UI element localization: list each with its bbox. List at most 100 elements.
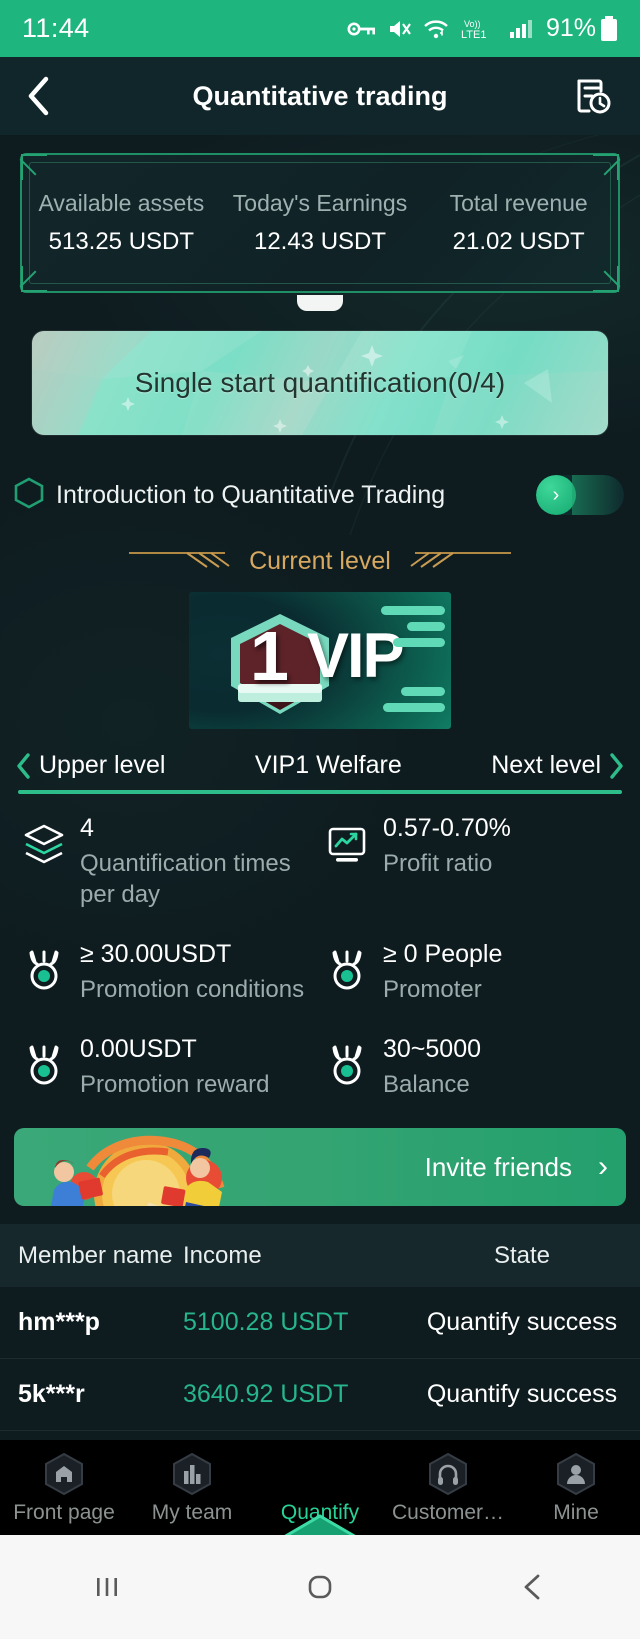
introduction-row[interactable]: Introduction to Quantitative Trading ›	[0, 469, 640, 521]
mute-icon	[388, 18, 412, 40]
benefit-label: Promoter	[383, 975, 482, 1003]
benefit-item: 30~5000 Balance	[325, 1035, 618, 1100]
arrow-knob: ›	[536, 475, 576, 515]
stat-total-revenue: Total revenue 21.02 USDT	[419, 190, 618, 256]
phone-screen: 11:44 Vo)) LTE1 91% Quantitative trading…	[0, 0, 640, 1639]
benefit-item: 0.57-0.70% Profit ratio	[325, 814, 618, 910]
home-button[interactable]	[260, 1565, 380, 1609]
benefit-item: 4 Quantification times per day	[22, 814, 315, 910]
nav-label: Mine	[553, 1501, 599, 1524]
nav-item-mine[interactable]: Mine	[512, 1451, 640, 1535]
table-row: hm***p 5100.28 USDT Quantify success	[0, 1287, 640, 1359]
quantification-banner-wrapper: Single start quantification(0/4)	[0, 293, 640, 435]
nav-item-my-team[interactable]: My team	[128, 1451, 256, 1535]
cell-state: Quantify success	[426, 1308, 618, 1336]
stat-label: Today's Earnings	[232, 190, 408, 216]
stat-value: 513.25 USDT	[48, 228, 195, 255]
chevron-left-icon	[28, 76, 49, 116]
assets-card-wrapper: Available assets 513.25 USDT Today's Ear…	[0, 135, 640, 293]
svg-text:Vo)): Vo))	[464, 19, 481, 29]
corner-decoration	[593, 154, 619, 180]
chevron-right-icon	[610, 752, 623, 779]
benefit-label: Quantification times per day	[80, 849, 291, 908]
document-clock-icon	[577, 79, 611, 114]
medal-icon	[325, 948, 369, 997]
recents-button[interactable]	[47, 1567, 167, 1607]
invite-illustration	[51, 1135, 225, 1206]
benefit-label: Promotion conditions	[80, 975, 305, 1003]
next-level-button[interactable]: Next level	[491, 751, 624, 780]
vip-card-wrapper: 1 VIP	[0, 592, 640, 729]
benefit-value: 30~5000	[383, 1035, 482, 1064]
benefit-item: ≥ 0 People Promoter	[325, 940, 618, 1005]
invite-banner-wrapper: Invite friends ›	[0, 1100, 640, 1206]
cell-state: Quantify success	[426, 1380, 618, 1408]
column-header-state: State	[493, 1241, 551, 1269]
cell-member-name: 5k***r	[18, 1380, 85, 1408]
benefit-value: ≥ 30.00USDT	[80, 940, 232, 969]
status-bar-icons: Vo)) LTE1 91%	[347, 14, 618, 43]
battery-indicator: 91%	[546, 14, 618, 43]
table-row: 5k***r 3640.92 USDT Quantify success	[0, 1359, 640, 1431]
chevron-right-icon: ›	[598, 1150, 608, 1183]
medal-icon	[22, 1043, 66, 1092]
level-navigation: Upper level VIP1 Welfare Next level	[0, 751, 640, 780]
vip-level-card: 1 VIP	[189, 592, 451, 729]
monitor-chart-icon	[325, 822, 369, 871]
nav-item-front-page[interactable]: Front page	[0, 1451, 128, 1535]
vip-number: 1	[250, 617, 289, 695]
introduction-arrow-button[interactable]: ›	[536, 475, 624, 515]
benefit-label: Profit ratio	[383, 849, 493, 877]
back-button[interactable]	[473, 1567, 593, 1607]
corner-decoration	[21, 154, 47, 180]
invite-friends-banner[interactable]: Invite friends ›	[14, 1128, 626, 1206]
recents-icon	[96, 1578, 117, 1596]
ornament-left-icon	[129, 551, 230, 568]
benefit-label: Balance	[383, 1070, 470, 1098]
back-chevron-icon	[524, 1574, 540, 1600]
home-hex-icon	[45, 1452, 83, 1496]
stat-label: Available assets	[38, 190, 205, 216]
stat-label: Total revenue	[449, 190, 588, 216]
stat-available-assets: Available assets 513.25 USDT	[22, 190, 221, 256]
svg-text:LTE1: LTE1	[461, 29, 486, 41]
benefits-grid: 4 Quantification times per day 0.57-0.70…	[0, 794, 640, 1100]
benefit-label: Promotion reward	[80, 1070, 270, 1098]
layers-icon	[22, 822, 66, 871]
notch-decoration	[297, 295, 343, 311]
nav-label: Customer…	[391, 1501, 505, 1524]
cell-member-name: hm***p	[18, 1308, 100, 1336]
arrow-tail-decoration	[572, 475, 624, 515]
stat-todays-earnings: Today's Earnings 12.43 USDT	[221, 190, 420, 256]
system-navigation-bar	[0, 1535, 640, 1639]
key-icon	[347, 19, 377, 39]
benefit-value: 4	[80, 814, 94, 842]
status-bar: 11:44 Vo)) LTE1 91%	[0, 0, 640, 57]
nav-item-customer-service[interactable]: Customer…	[384, 1451, 512, 1535]
corner-decoration	[593, 266, 619, 292]
dash-decoration-top	[381, 606, 445, 654]
stat-value: 21.02 USDT	[452, 228, 585, 255]
back-button[interactable]	[24, 73, 64, 119]
column-header-income: Income	[183, 1241, 262, 1269]
medal-icon	[22, 948, 66, 997]
page-content: Available assets 513.25 USDT Today's Ear…	[0, 135, 640, 1440]
start-quantification-label: Single start quantification(0/4)	[134, 367, 506, 398]
start-quantification-button[interactable]: Single start quantification(0/4)	[32, 331, 608, 435]
chevron-left-icon	[17, 752, 30, 779]
upper-level-button[interactable]: Upper level	[16, 751, 165, 780]
benefit-value: 0.57-0.70%	[383, 814, 511, 842]
members-table: Member name Income State hm***p 5100.28 …	[0, 1224, 640, 1431]
page-title: Quantitative trading	[192, 80, 448, 111]
dash-decoration-bottom	[383, 687, 445, 719]
column-header-member-name: Member name	[18, 1241, 173, 1269]
home-circle-icon	[308, 1575, 332, 1599]
benefit-value: ≥ 0 People	[383, 940, 503, 969]
table-header: Member name Income State	[0, 1224, 640, 1287]
volte-icon: Vo)) LTE1	[460, 17, 498, 41]
record-history-button[interactable]	[570, 73, 616, 119]
stat-value: 12.43 USDT	[253, 228, 387, 255]
app-header: Quantitative trading	[0, 57, 640, 135]
introduction-label: Introduction to Quantitative Trading	[56, 480, 446, 509]
current-welfare-label: VIP1 Welfare	[254, 751, 402, 779]
